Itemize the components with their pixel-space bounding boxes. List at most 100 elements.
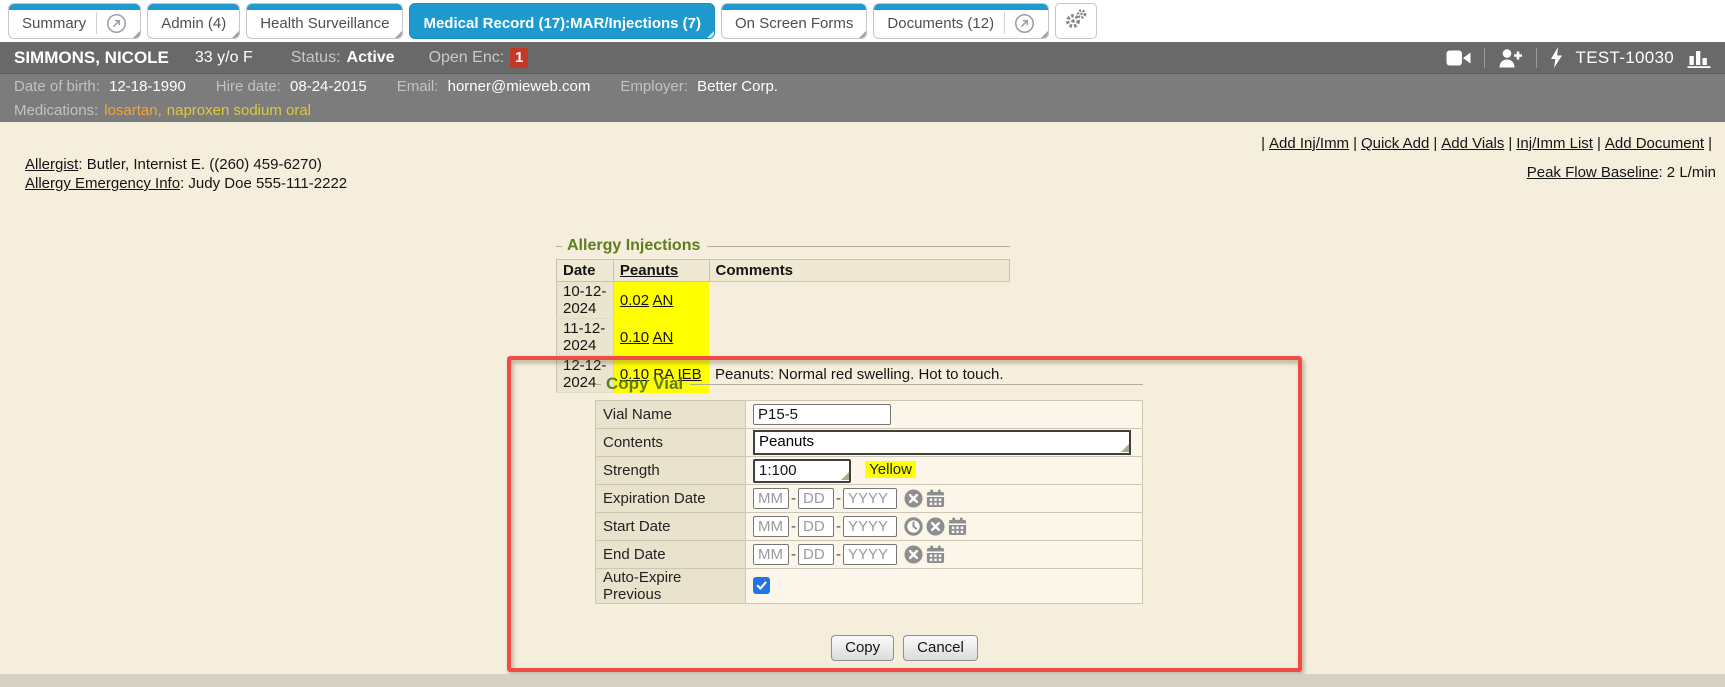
clock-icon[interactable]	[904, 517, 923, 536]
medications-bar: Medications: losartan , naproxen sodium …	[0, 98, 1725, 122]
injection-date: 11-12-2024	[557, 319, 614, 356]
tab-label: Summary	[22, 15, 86, 32]
tab-documents[interactable]: Documents (12)	[873, 3, 1049, 39]
peanuts-column-link[interactable]: Peanuts	[620, 262, 678, 279]
start-year-input[interactable]	[843, 516, 897, 537]
injections-table: Date Peanuts Comments 10-12-2024 0.02 AN…	[556, 259, 1010, 393]
column-header-peanuts: Peanuts	[613, 260, 709, 282]
date-separator: -	[836, 518, 841, 535]
content-area: |Add Inj/Imm|Quick Add|Add Vials|Inj/Imm…	[0, 122, 1725, 674]
allergy-injections-section: Allergy Injections Date Peanuts Comments…	[556, 237, 1010, 393]
cancel-button[interactable]: Cancel	[903, 635, 978, 661]
end-year-input[interactable]	[843, 544, 897, 565]
email-label: Email:	[397, 78, 439, 95]
calendar-icon[interactable]	[926, 545, 945, 564]
allergist-link[interactable]: Allergist	[25, 156, 78, 173]
form-row-end-date: End Date --	[596, 541, 1143, 569]
resize-grip-icon[interactable]	[1121, 444, 1129, 452]
external-link-icon[interactable]	[1004, 12, 1035, 34]
external-link-icon[interactable]	[96, 12, 127, 34]
section-header: Allergy Injections	[556, 237, 1010, 255]
section-title: Allergy Injections	[567, 237, 700, 255]
status-label: Status:	[291, 49, 341, 67]
hire-date-label: Hire date:	[216, 78, 281, 95]
dob-label: Date of birth:	[14, 78, 100, 95]
status-value: Active	[347, 49, 395, 67]
clear-date-icon[interactable]	[904, 545, 923, 564]
tab-fold-icon	[1041, 31, 1048, 38]
injection-date: 10-12-2024	[557, 282, 614, 319]
peak-flow-value: : 2 L/min	[1658, 164, 1716, 181]
peak-flow-link[interactable]: Peak Flow Baseline	[1527, 164, 1659, 181]
date-separator: -	[791, 518, 796, 535]
clear-date-icon[interactable]	[904, 489, 923, 508]
start-month-input[interactable]	[753, 516, 789, 537]
inj-imm-list-link[interactable]: Inj/Imm List	[1516, 135, 1593, 152]
dose-tag-link[interactable]: AN	[652, 292, 673, 309]
vial-name-input[interactable]	[753, 404, 891, 425]
demographics-bar: Date of birth: 12-18-1990 Hire date: 08-…	[0, 73, 1725, 98]
dose-link[interactable]: 0.02	[620, 292, 649, 309]
medication-link-naproxen[interactable]: naproxen sodium oral	[167, 102, 311, 119]
date-separator: -	[836, 490, 841, 507]
section-header: Copy Vial	[595, 374, 1143, 394]
tab-health-surveillance[interactable]: Health Surveillance	[246, 3, 403, 39]
add-inj-imm-link[interactable]: Add Inj/Imm	[1269, 135, 1349, 152]
tab-on-screen-forms[interactable]: On Screen Forms	[721, 3, 867, 39]
injection-comment	[709, 319, 1009, 356]
allergy-emergency-link[interactable]: Allergy Emergency Info	[25, 175, 180, 192]
clear-date-icon[interactable]	[926, 517, 945, 536]
injection-dose-cell: 0.02 AN	[613, 282, 709, 319]
vial-name-label: Vial Name	[596, 401, 746, 429]
add-document-link[interactable]: Add Document	[1605, 135, 1704, 152]
tab-summary[interactable]: Summary	[8, 3, 141, 39]
add-vials-link[interactable]: Add Vials	[1441, 135, 1504, 152]
video-camera-icon[interactable]	[1446, 50, 1471, 66]
open-encounter-badge[interactable]: 1	[510, 48, 528, 68]
dose-link[interactable]: 0.10	[620, 329, 649, 346]
table-header-row: Date Peanuts Comments	[557, 260, 1010, 282]
tab-label: Documents (12)	[887, 15, 994, 32]
tab-fold-icon	[707, 31, 714, 38]
expiration-day-input[interactable]	[798, 488, 834, 509]
calendar-icon[interactable]	[926, 489, 945, 508]
expiration-year-input[interactable]	[843, 488, 897, 509]
divider	[1484, 48, 1485, 68]
section-title: Copy Vial	[606, 374, 683, 394]
lightning-icon[interactable]	[1550, 47, 1563, 68]
settings-gear-button[interactable]	[1055, 3, 1097, 39]
fieldset-line	[556, 246, 562, 247]
allergist-value: : Butler, Internist E. ((260) 459-6270)	[78, 156, 321, 173]
separator: |	[1261, 135, 1265, 152]
tab-admin[interactable]: Admin (4)	[147, 3, 240, 39]
form-row-auto-expire: Auto-Expire Previous	[596, 569, 1143, 604]
bar-chart-icon[interactable]	[1687, 47, 1711, 68]
copy-button[interactable]: Copy	[831, 635, 894, 661]
start-day-input[interactable]	[798, 516, 834, 537]
dose-tag-link[interactable]: AN	[652, 329, 673, 346]
tab-label: Health Surveillance	[260, 15, 389, 32]
tab-fold-icon	[232, 31, 239, 38]
expiration-month-input[interactable]	[753, 488, 789, 509]
form-row-expiration-date: Expiration Date --	[596, 485, 1143, 513]
allergy-contacts: Allergist: Butler, Internist E. ((260) 4…	[25, 155, 347, 193]
email-value: horner@mieweb.com	[448, 78, 591, 95]
auto-expire-checkbox[interactable]	[753, 577, 770, 594]
patient-banner: SIMMONS, NICOLE 33 y/o F Status: Active …	[0, 42, 1725, 73]
peak-flow-baseline: Peak Flow Baseline: 2 L/min	[1527, 164, 1716, 181]
separator: |	[1353, 135, 1357, 152]
contents-textarea[interactable]: Peanuts	[753, 430, 1131, 455]
tab-medical-record[interactable]: Medical Record (17):MAR/Injections (7)	[409, 3, 715, 39]
strength-input[interactable]	[753, 459, 851, 483]
tab-fold-icon	[133, 31, 140, 38]
add-user-icon[interactable]	[1498, 48, 1523, 68]
medication-link-losartan[interactable]: losartan	[104, 102, 157, 119]
quick-add-link[interactable]: Quick Add	[1361, 135, 1429, 152]
end-day-input[interactable]	[798, 544, 834, 565]
injection-dose-cell: 0.10 AN	[613, 319, 709, 356]
calendar-icon[interactable]	[948, 517, 967, 536]
medication-separator: ,	[158, 102, 162, 119]
end-month-input[interactable]	[753, 544, 789, 565]
strength-note: Yellow	[865, 461, 916, 478]
page-bottom-strip	[0, 674, 1725, 687]
